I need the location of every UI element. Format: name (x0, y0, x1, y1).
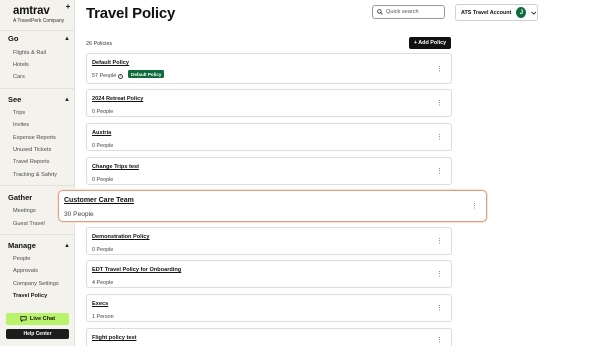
kebab-menu-icon[interactable]: ⋮ (436, 100, 443, 107)
help-center-button[interactable]: Help Center (6, 329, 69, 339)
logo-tagline: A TravelPerk Company (13, 18, 65, 24)
sidebar-item-expense-reports[interactable]: Expense Reports (13, 135, 56, 141)
sidebar-item-cars[interactable]: Cars (13, 74, 25, 80)
policy-card[interactable]: EDT Travel Policy for Onboarding 4 Peopl… (86, 260, 452, 288)
policy-name[interactable]: Austria (92, 130, 111, 136)
policy-name[interactable]: Demonstration Policy (92, 234, 150, 240)
avatar: J (516, 7, 527, 18)
divider (0, 88, 74, 89)
section-go-header[interactable]: Go ▲ (8, 34, 70, 43)
policy-people-count: 0 People (92, 247, 114, 253)
section-title: Go (8, 34, 19, 43)
section-manage-header[interactable]: Manage ▲ (8, 241, 70, 250)
chevron-up-icon: ▲ (64, 96, 70, 103)
app-root: amtrav + A TravelPerk Company Go ▲ Flight… (0, 0, 600, 346)
chevron-up-icon: ▲ (64, 35, 70, 42)
kebab-menu-icon[interactable]: ⋮ (436, 66, 443, 73)
policy-people-count: 4 People (92, 280, 114, 286)
sidebar-item-tracking-safety[interactable]: Tracking & Safety (13, 172, 57, 178)
policy-card[interactable]: Execs 1 Person ⋮ (86, 294, 452, 322)
kebab-menu-icon[interactable]: ⋮ (471, 203, 478, 210)
kebab-menu-icon[interactable]: ⋮ (436, 337, 443, 344)
policy-name[interactable]: Customer Care Team (64, 197, 134, 204)
kebab-menu-icon[interactable]: ⋮ (436, 271, 443, 278)
sidebar-item-guest-travel[interactable]: Guest Travel (13, 221, 45, 227)
default-policy-badge: Default Policy (128, 70, 165, 78)
sidebar-item-travel-reports[interactable]: Travel Reports (13, 159, 49, 165)
sidebar: amtrav + A TravelPerk Company Go ▲ Flight… (0, 0, 75, 346)
sidebar-item-travel-policy[interactable]: Travel Policy (13, 293, 47, 299)
policy-card[interactable]: Austria 0 People ⋮ (86, 123, 452, 151)
policy-people-count: 0 People (92, 177, 114, 183)
account-name: ATS Travel Account (461, 9, 512, 16)
search-input[interactable] (386, 9, 441, 15)
kebab-menu-icon[interactable]: ⋮ (436, 305, 443, 312)
chevron-up-icon: ▲ (64, 242, 70, 249)
live-chat-label: Live Chat (29, 316, 56, 322)
sidebar-item-company-settings[interactable]: Company Settings (13, 281, 59, 287)
chevron-down-icon (531, 11, 537, 15)
sidebar-item-hotels[interactable]: Hotels (13, 62, 29, 68)
policy-card-highlighted[interactable]: Customer Care Team 30 People ⋮ (58, 190, 487, 222)
logo[interactable]: amtrav + A TravelPerk Company (13, 2, 71, 24)
policy-name[interactable]: Change Trips test (92, 164, 139, 170)
page-title: Travel Policy (86, 5, 176, 22)
kebab-menu-icon[interactable]: ⋮ (436, 238, 443, 245)
kebab-menu-icon[interactable]: ⋮ (436, 168, 443, 175)
policy-people-count: 1 Person (92, 314, 114, 320)
search-icon (377, 9, 383, 15)
sidebar-item-unused-tickets[interactable]: Unused Tickets (13, 147, 51, 153)
policy-people-count: 57 People i (92, 73, 124, 79)
policy-name[interactable]: 2024 Retreat Policy (92, 96, 143, 102)
logo-wordmark: amtrav + (13, 2, 71, 17)
kebab-menu-icon[interactable]: ⋮ (436, 134, 443, 141)
section-title: Manage (8, 241, 36, 250)
policy-card[interactable]: 2024 Retreat Policy 0 People ⋮ (86, 89, 452, 117)
policy-card[interactable]: Default Policy 57 People i Default Polic… (86, 53, 452, 84)
policy-name[interactable]: Flight policy test (92, 335, 136, 341)
people-count-text: 57 People (92, 73, 117, 79)
section-see-header[interactable]: See ▲ (8, 95, 70, 104)
sidebar-item-flights-rail[interactable]: Flights & Rail (13, 50, 46, 56)
policy-card[interactable]: Flight policy test ⋮ (86, 328, 452, 346)
add-policy-button[interactable]: + Add Policy (409, 37, 451, 49)
divider (0, 30, 74, 31)
section-title: See (8, 95, 22, 104)
sidebar-item-invites[interactable]: Invites (13, 122, 29, 128)
sidebar-item-meetings[interactable]: Meetings (13, 208, 36, 214)
divider (0, 234, 74, 235)
section-title: Gather (8, 193, 33, 202)
divider (0, 185, 74, 186)
policy-name[interactable]: Execs (92, 301, 108, 307)
policy-people-count: 30 People (64, 211, 94, 218)
policy-people-count: 0 People (92, 109, 114, 115)
sidebar-item-people[interactable]: People (13, 256, 30, 262)
quick-search[interactable] (372, 5, 445, 19)
live-chat-button[interactable]: Live Chat (6, 313, 69, 325)
info-icon[interactable]: i (118, 73, 124, 79)
policy-card[interactable]: Change Trips test 0 People ⋮ (86, 157, 452, 185)
policy-name[interactable]: Default Policy (92, 60, 129, 66)
policy-card[interactable]: Demonstration Policy 0 People ⋮ (86, 227, 452, 255)
sidebar-item-trips[interactable]: Trips (13, 110, 25, 116)
policy-name[interactable]: EDT Travel Policy for Onboarding (92, 267, 181, 273)
sidebar-item-approvals[interactable]: Approvals (13, 268, 38, 274)
policy-people-count: 0 People (92, 143, 114, 149)
chat-icon (20, 316, 27, 322)
account-switcher[interactable]: ATS Travel Account J (455, 4, 538, 21)
policy-count: 26 Policies (86, 41, 113, 47)
